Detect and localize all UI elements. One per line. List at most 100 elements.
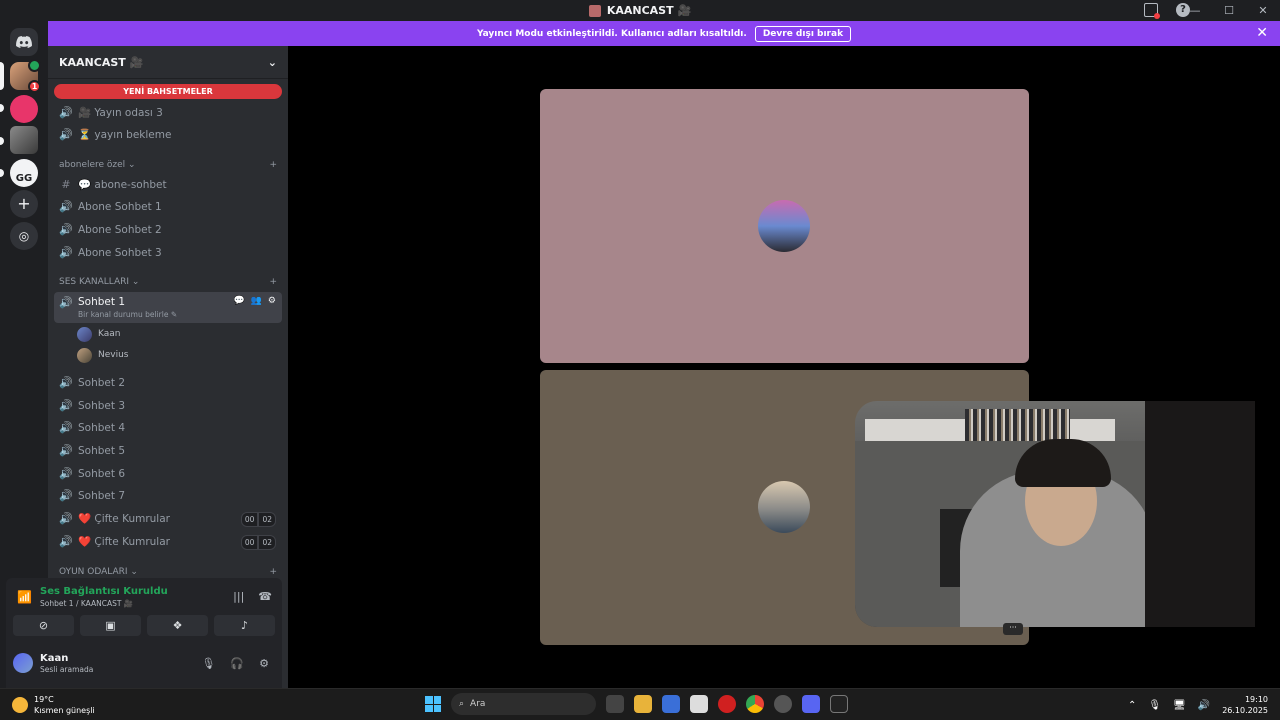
maximize-button[interactable]: ☐ xyxy=(1212,4,1246,17)
gear-icon[interactable]: ⚙ xyxy=(268,296,276,306)
category-ses-kanallari[interactable]: SES KANALLARI ⌄ + xyxy=(59,277,277,287)
channel-sohbet-6[interactable]: 🔊 Sohbet 6 xyxy=(54,463,282,484)
more-options-icon[interactable]: ··· xyxy=(1003,623,1023,635)
close-button[interactable]: ✕ xyxy=(1246,4,1280,17)
speaker-icon: 🔊 xyxy=(59,399,73,412)
chrome-icon[interactable] xyxy=(746,695,764,713)
channel-cifte-kumrular[interactable]: 🔊 ❤️ Çifte Kumrular 00 02 xyxy=(54,508,282,529)
calculator-icon[interactable] xyxy=(662,695,680,713)
add-channel-icon[interactable]: + xyxy=(269,277,277,287)
channel-sohbet-5[interactable]: 🔊 Sohbet 5 xyxy=(54,440,282,461)
channel-abone-sohbet[interactable]: # 💬 abone-sohbet xyxy=(54,174,282,195)
voice-status[interactable]: Ses Bağlantısı Kuruldu xyxy=(40,586,168,597)
channel-cifte-kumrular[interactable]: 🔊 ❤️ Çifte Kumrular 00 02 xyxy=(54,531,282,552)
voice-channel[interactable]: Sohbet 1 / KAANCAST 🎥 xyxy=(40,599,133,608)
category-label: OYUN ODALARI ⌄ xyxy=(59,567,138,577)
channel-sohbet-7[interactable]: 🔊 Sohbet 7 xyxy=(54,485,282,506)
active-server-pill xyxy=(0,62,4,90)
signal-icon[interactable]: 📶 xyxy=(17,590,32,604)
server-red[interactable] xyxy=(10,95,38,123)
channel-label: Abone Sohbet 1 xyxy=(78,200,162,213)
participant-tile[interactable] xyxy=(540,89,1029,363)
member-name: Nevius xyxy=(98,350,129,360)
add-server-icon[interactable]: + xyxy=(10,190,38,218)
channel-abone-sohbet-2[interactable]: 🔊 Abone Sohbet 2 xyxy=(54,219,282,240)
channel-sohbet-3[interactable]: 🔊 Sohbet 3 xyxy=(54,395,282,416)
server-header[interactable]: KAANCAST 🎥 ⌄ xyxy=(48,46,288,79)
minimize-button[interactable]: — xyxy=(1178,4,1212,17)
search-box[interactable]: ⌕ Ara xyxy=(451,693,596,715)
weather-icon xyxy=(12,697,28,713)
channel-abone-sohbet-1[interactable]: 🔊 Abone Sohbet 1 xyxy=(54,196,282,217)
add-channel-icon[interactable]: + xyxy=(269,567,277,577)
channel-status[interactable]: Bir kanal durumu belirle ✎ xyxy=(78,310,177,319)
inbox-icon[interactable] xyxy=(1144,3,1160,19)
voice-member[interactable]: Kaan xyxy=(77,325,120,343)
server-gg[interactable]: GG xyxy=(10,159,38,187)
steam-icon[interactable] xyxy=(774,695,792,713)
start-icon[interactable] xyxy=(425,696,441,712)
microphone-icon[interactable]: 🎙 xyxy=(201,657,215,670)
network-icon[interactable]: 🖥 xyxy=(1173,700,1186,711)
channel-yayin-odasi-3[interactable]: 🔊 🎥 Yayın odası 3 xyxy=(54,102,282,123)
noise-suppression-icon[interactable]: ||| xyxy=(233,590,244,603)
chevron-down-icon[interactable]: ⌄ xyxy=(268,56,277,69)
webcam-overlay[interactable] xyxy=(855,401,1255,627)
window-title: KAANCAST 🎥 xyxy=(588,4,692,17)
server-kaancast[interactable]: 1 xyxy=(10,59,41,93)
chevron-up-icon[interactable]: ⌃ xyxy=(1128,700,1136,711)
add-channel-icon[interactable]: + xyxy=(269,160,277,170)
avatar xyxy=(758,481,810,533)
channel-yayin-bekleme[interactable]: 🔊 ⏳ yayın bekleme xyxy=(54,124,282,145)
category-oyun-odalari[interactable]: OYUN ODALARI ⌄ + xyxy=(59,567,277,577)
camera-off-button[interactable]: ⊘ xyxy=(13,615,74,636)
channel-label: Sohbet 2 xyxy=(78,376,126,389)
category-abonelere-ozel[interactable]: abonelere özel ⌄ + xyxy=(59,160,277,170)
server-photo[interactable] xyxy=(10,126,38,154)
disable-streamer-mode-button[interactable]: Devre dışı bırak xyxy=(754,25,852,42)
weather-widget[interactable]: 19°C Kısmen güneşli xyxy=(12,694,95,716)
user-area[interactable]: Kaan Sesli aramada 🎙 🎧 ⚙ xyxy=(13,650,275,680)
user-limit-counter: 00 02 xyxy=(240,535,276,550)
webcam-dark-area xyxy=(1145,401,1255,627)
channel-sohbet-2[interactable]: 🔊 Sohbet 2 xyxy=(54,372,282,393)
discover-icon[interactable]: ◎ xyxy=(10,222,38,250)
gear-icon[interactable]: ⚙ xyxy=(259,657,269,670)
task-view-icon[interactable] xyxy=(606,695,624,713)
channel-sohbet-4[interactable]: 🔊 Sohbet 4 xyxy=(54,417,282,438)
close-banner-icon[interactable]: ✕ xyxy=(1256,25,1268,41)
channel-label: ❤️ Çifte Kumrular xyxy=(78,536,170,548)
new-mentions-bar[interactable]: YENİ BAHSETMELER xyxy=(54,84,282,99)
time: 19:10 xyxy=(1244,695,1268,704)
channel-sohbet-1[interactable]: 🔊 Sohbet 1 Bir kanal durumu belirle ✎ 💬 … xyxy=(54,292,282,323)
clock[interactable]: 19:10 26.10.2025 xyxy=(1222,694,1268,716)
epic-games-icon[interactable] xyxy=(830,695,848,713)
screen-share-button[interactable]: ▣ xyxy=(80,615,141,636)
chat-icon[interactable]: 💬 xyxy=(233,296,244,306)
windows-taskbar: 19°C Kısmen güneşli ⌕ Ara ⌃ 🎙 🖥 🔊 19:10 … xyxy=(0,688,1280,720)
weather-text: Kısmen güneşli xyxy=(34,706,95,715)
disconnect-icon[interactable]: ☎ xyxy=(258,590,272,603)
channel-abone-sohbet-3[interactable]: 🔊 Abone Sohbet 3 xyxy=(54,242,282,263)
volume-icon[interactable]: 🔊 xyxy=(1198,700,1210,711)
opera-icon[interactable] xyxy=(718,695,736,713)
activities-button[interactable]: ❖ xyxy=(147,615,208,636)
banner-text: Yayıncı Modu etkinleştirildi. Kullanıcı … xyxy=(476,28,747,39)
unread-pill xyxy=(0,104,4,112)
app-icon[interactable] xyxy=(690,695,708,713)
discord-home-icon[interactable] xyxy=(10,28,38,56)
server-icon xyxy=(588,4,601,17)
voice-member[interactable]: Nevius xyxy=(77,346,129,364)
avatar xyxy=(758,200,810,252)
channel-label: Sohbet 1 xyxy=(78,296,126,308)
soundboard-button[interactable]: ♪ xyxy=(214,615,275,636)
headphones-icon[interactable]: 🎧 xyxy=(230,657,244,670)
file-explorer-icon[interactable] xyxy=(634,695,652,713)
invite-icon[interactable]: 👥 xyxy=(251,296,262,306)
discord-icon[interactable] xyxy=(802,695,820,713)
avatar[interactable] xyxy=(13,653,33,673)
channel-label: Abone Sohbet 3 xyxy=(78,246,162,259)
speaker-icon: 🔊 xyxy=(59,200,73,213)
microphone-icon[interactable]: 🎙 xyxy=(1148,700,1161,711)
window-title-text: KAANCAST 🎥 xyxy=(606,4,692,17)
